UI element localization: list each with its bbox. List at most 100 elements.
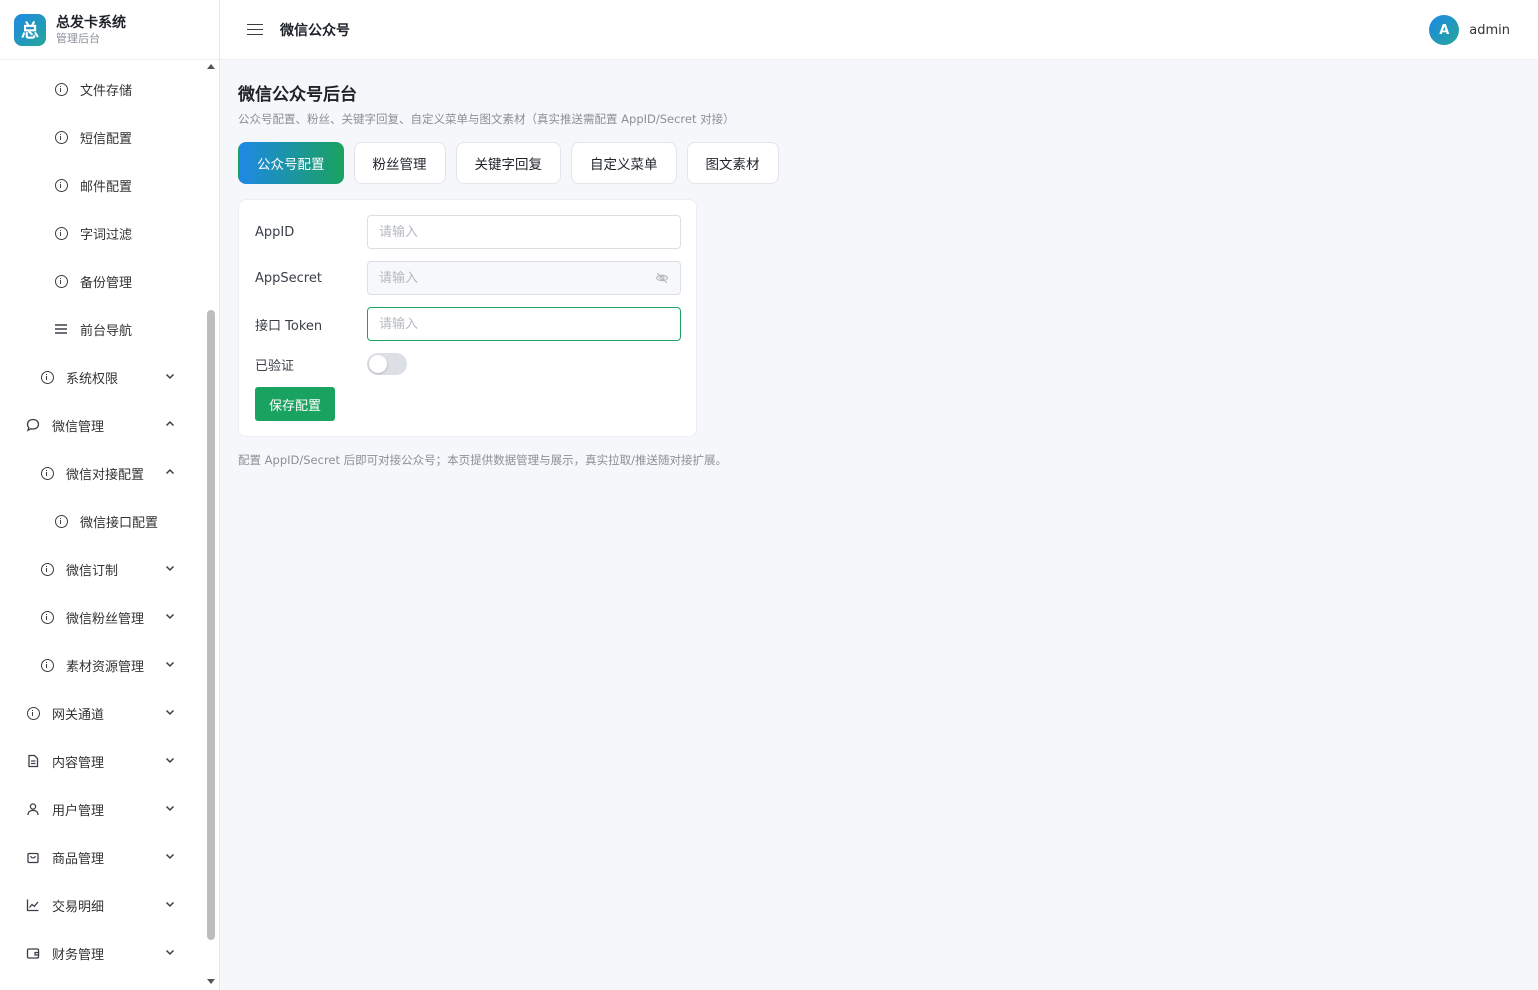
- eye-off-icon[interactable]: [655, 271, 669, 285]
- wallet-icon: [26, 946, 40, 960]
- avatar[interactable]: A: [1429, 15, 1460, 45]
- sidebar-menu: 文件存储 短信配置 邮件配置 字词过滤 备份管理 前台导航 系统权限 微信管理 微信对接配置 微信…: [0, 60, 204, 990]
- tab-account-config[interactable]: 公众号配置: [238, 142, 344, 184]
- info-circle-icon: [26, 706, 40, 720]
- brand-title: 总发卡系统: [56, 14, 126, 31]
- top-header: 微信公众号 A admin: [220, 0, 1538, 60]
- info-circle-icon: [54, 130, 68, 144]
- header-title: 微信公众号: [280, 22, 350, 39]
- sidebar-item[interactable]: 微信管理: [0, 401, 200, 449]
- scroll-thumb[interactable]: [207, 310, 215, 940]
- sidebar-item[interactable]: 财务管理: [0, 929, 200, 977]
- scroll-down-arrow-icon[interactable]: [207, 979, 215, 984]
- sidebar-item-label: 用户管理: [52, 803, 105, 819]
- page-description: 公众号配置、粉丝、关键字回复、自定义菜单与图文素材（真实推送需配置 AppID/…: [238, 112, 735, 126]
- verified-row: 已验证: [255, 353, 407, 375]
- chevron-down-icon[interactable]: [164, 802, 176, 814]
- sidebar-item-label: 字词过滤: [80, 227, 133, 243]
- chevron-down-icon[interactable]: [164, 562, 176, 574]
- sidebar-item[interactable]: 素材资源管理: [0, 641, 200, 689]
- scroll-up-arrow-icon[interactable]: [207, 64, 215, 69]
- sidebar-item-label: 微信粉丝管理: [66, 611, 145, 627]
- brand-subtitle: 管理后台: [56, 31, 100, 45]
- sidebar-item[interactable]: 商品管理: [0, 833, 200, 881]
- user-menu[interactable]: A admin: [1429, 15, 1510, 45]
- sidebar-item-label: 素材资源管理: [66, 659, 145, 675]
- chevron-down-icon[interactable]: [164, 898, 176, 910]
- token-label: 接口 Token: [255, 318, 323, 334]
- hamburger-menu-icon[interactable]: [247, 23, 263, 36]
- sidebar-item[interactable]: 邮件配置: [0, 161, 200, 209]
- info-circle-icon: [40, 658, 54, 672]
- chevron-down-icon[interactable]: [164, 850, 176, 862]
- document-icon: [26, 754, 40, 768]
- sidebar-item-label: 前台导航: [80, 323, 133, 339]
- save-config-button[interactable]: 保存配置: [255, 387, 336, 421]
- sidebar-item-label: 网关通道: [52, 707, 105, 723]
- sidebar-item-label: 微信对接配置: [66, 467, 145, 483]
- shopping-bag-icon: [26, 850, 40, 864]
- sidebar-item[interactable]: 短信配置: [0, 113, 200, 161]
- sidebar-scrollbar[interactable]: [204, 60, 218, 990]
- token-row: 接口 Token: [255, 307, 681, 341]
- tab-fans[interactable]: 粉丝管理: [353, 142, 446, 184]
- chat-bubble-icon: [26, 418, 40, 432]
- sidebar-item[interactable]: 文件存储: [0, 65, 200, 113]
- sidebar-item[interactable]: 备份管理: [0, 257, 200, 305]
- sidebar-item[interactable]: 用户管理: [0, 785, 200, 833]
- sidebar-item[interactable]: 系统权限: [0, 353, 200, 401]
- sidebar-item[interactable]: 字词过滤: [0, 209, 200, 257]
- tab-keyword-reply[interactable]: 关键字回复: [455, 142, 561, 184]
- tab-articles[interactable]: 图文素材: [686, 142, 779, 184]
- user-icon: [26, 802, 40, 816]
- sidebar-item[interactable]: 微信对接配置: [0, 449, 200, 497]
- sidebar-item-label: 微信管理: [52, 419, 105, 435]
- appid-row: AppID: [255, 215, 681, 249]
- chevron-up-icon[interactable]: [164, 466, 176, 478]
- sidebar: 总 总发卡系统 管理后台 文件存储 短信配置邮件配置字词过滤备份管理前台导航系统权…: [0, 0, 220, 990]
- tab-bar: 公众号配置 粉丝管理 关键字回复 自定义菜单 图文素材: [238, 142, 789, 184]
- info-circle-icon: [54, 514, 68, 528]
- info-circle-icon: [40, 370, 54, 384]
- user-name[interactable]: admin: [1469, 23, 1510, 38]
- info-circle-icon: [40, 610, 54, 624]
- chevron-down-icon[interactable]: [164, 946, 176, 958]
- sidebar-item[interactable]: 内容管理: [0, 737, 200, 785]
- brand: 总 总发卡系统 管理后台: [0, 0, 219, 60]
- sidebar-item[interactable]: 交易明细: [0, 881, 200, 929]
- sidebar-item[interactable]: 网关通道: [0, 689, 200, 737]
- menu-lines-icon: [54, 322, 68, 336]
- sidebar-item-label: 邮件配置: [80, 179, 133, 195]
- chevron-up-icon[interactable]: [164, 418, 176, 430]
- appid-input[interactable]: [367, 215, 681, 249]
- chevron-down-icon[interactable]: [164, 610, 176, 622]
- brand-logo: 总: [14, 13, 46, 46]
- sidebar-item-label: 内容管理: [52, 755, 105, 771]
- info-circle-icon: [54, 82, 68, 96]
- appsecret-label: AppSecret: [255, 270, 322, 286]
- info-circle-icon: [54, 226, 68, 240]
- tab-custom-menu[interactable]: 自定义菜单: [571, 142, 677, 184]
- appsecret-input[interactable]: [367, 261, 681, 295]
- appid-label: AppID: [255, 224, 295, 240]
- verified-label: 已验证: [255, 358, 295, 374]
- sidebar-item-label: 备份管理: [80, 275, 133, 291]
- token-input[interactable]: [367, 307, 681, 341]
- sidebar-item[interactable]: 微信订制: [0, 545, 200, 593]
- line-chart-icon: [26, 898, 40, 912]
- sidebar-item-label: 微信订制: [66, 563, 119, 579]
- toggle-knob: [369, 355, 387, 373]
- config-form-card: AppID AppSecret 接口 Token 已验证 保存配置: [238, 199, 697, 437]
- page-title: 微信公众号后台: [238, 85, 357, 105]
- chevron-down-icon[interactable]: [164, 754, 176, 766]
- sidebar-item[interactable]: 微信接口配置: [0, 497, 200, 545]
- chevron-down-icon[interactable]: [164, 658, 176, 670]
- sidebar-item-label: 系统权限: [66, 371, 119, 387]
- chevron-down-icon[interactable]: [164, 706, 176, 718]
- sidebar-item-label: 交易明细: [52, 899, 105, 915]
- info-circle-icon: [40, 562, 54, 576]
- chevron-down-icon[interactable]: [164, 370, 176, 382]
- sidebar-item[interactable]: 前台导航: [0, 305, 200, 353]
- sidebar-item[interactable]: 微信粉丝管理: [0, 593, 200, 641]
- verified-toggle[interactable]: [367, 353, 407, 375]
